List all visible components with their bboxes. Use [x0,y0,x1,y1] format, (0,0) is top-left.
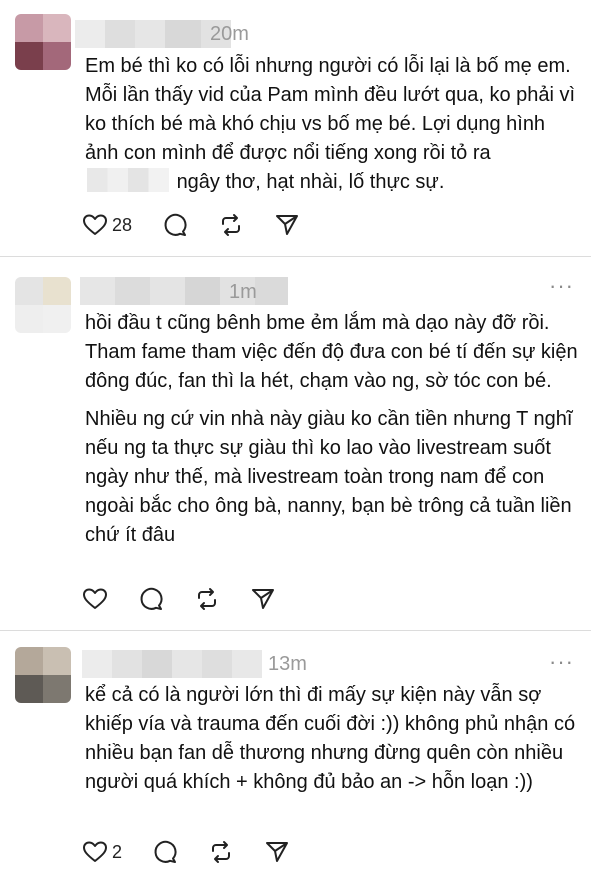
like-count: 2 [112,841,123,862]
comment-paragraph: hồi đầu t cũng bênh bme ẻm lắm mà dạo nà… [85,312,578,392]
share-button[interactable] [274,212,300,238]
comment-1: 20m Em bé thì ko có lỗi nhưng người có l… [0,0,591,252]
comment-2: 1m ··· hồi đầu t cũng bênh bme ẻm lắm mà… [0,257,591,629]
avatar[interactable] [15,647,71,703]
comment-3: 13m ··· kể cả có là người lớn thì đi mấy… [0,631,591,877]
share-icon [252,589,274,609]
comment-text-part: ngây thơ, hạt nhài, lố thực sự. [176,171,445,193]
like-button[interactable]: 2 [82,840,122,864]
timestamp: 13m [268,653,307,675]
reply-button[interactable] [138,586,164,612]
username-redacted[interactable] [80,277,288,305]
comment-text-part: Em bé thì ko có lỗi nhưng người có lỗi l… [85,55,576,164]
username-redacted[interactable] [75,20,231,48]
action-bar: 28 [82,210,330,240]
comment-text: hồi đầu t cũng bênh bme ẻm lắm mà dạo nà… [85,309,580,550]
share-button[interactable] [264,839,290,865]
share-button[interactable] [250,586,276,612]
comment-icon [140,587,163,610]
repost-button[interactable] [218,212,244,238]
comment-text: Em bé thì ko có lỗi nhưng người có lỗi l… [85,52,580,197]
comment-icon [154,840,177,863]
repost-icon [198,588,216,610]
avatar[interactable] [15,277,71,333]
reply-button[interactable] [152,839,178,865]
comment-text: kể cả có là người lớn thì đi mấy sự kiện… [85,681,580,797]
avatar[interactable] [15,14,71,70]
username-redacted[interactable] [82,650,262,678]
redacted-word [87,168,169,192]
comment-icon [164,213,187,236]
comment-paragraph: kể cả có là người lớn thì đi mấy sự kiện… [85,684,576,793]
repost-button[interactable] [208,839,234,865]
action-bar [82,584,306,614]
share-icon [266,842,289,862]
heart-icon [83,841,107,862]
repost-button[interactable] [194,586,220,612]
action-bar: 2 [82,837,320,867]
like-count: 28 [112,214,133,235]
comment-paragraph: Nhiều ng cứ vin nhà này giàu ko cần tiền… [85,408,573,546]
heart-icon [83,588,107,609]
more-options-button[interactable]: ··· [549,275,574,297]
share-icon [276,215,299,235]
like-button[interactable] [82,587,108,611]
more-options-button[interactable]: ··· [549,651,574,673]
heart-icon [83,214,107,235]
timestamp: 1m [229,281,257,303]
timestamp: 20m [210,23,249,45]
repost-icon [212,841,231,863]
reply-button[interactable] [162,212,188,238]
like-button[interactable]: 28 [82,213,132,237]
repost-icon [222,214,241,236]
